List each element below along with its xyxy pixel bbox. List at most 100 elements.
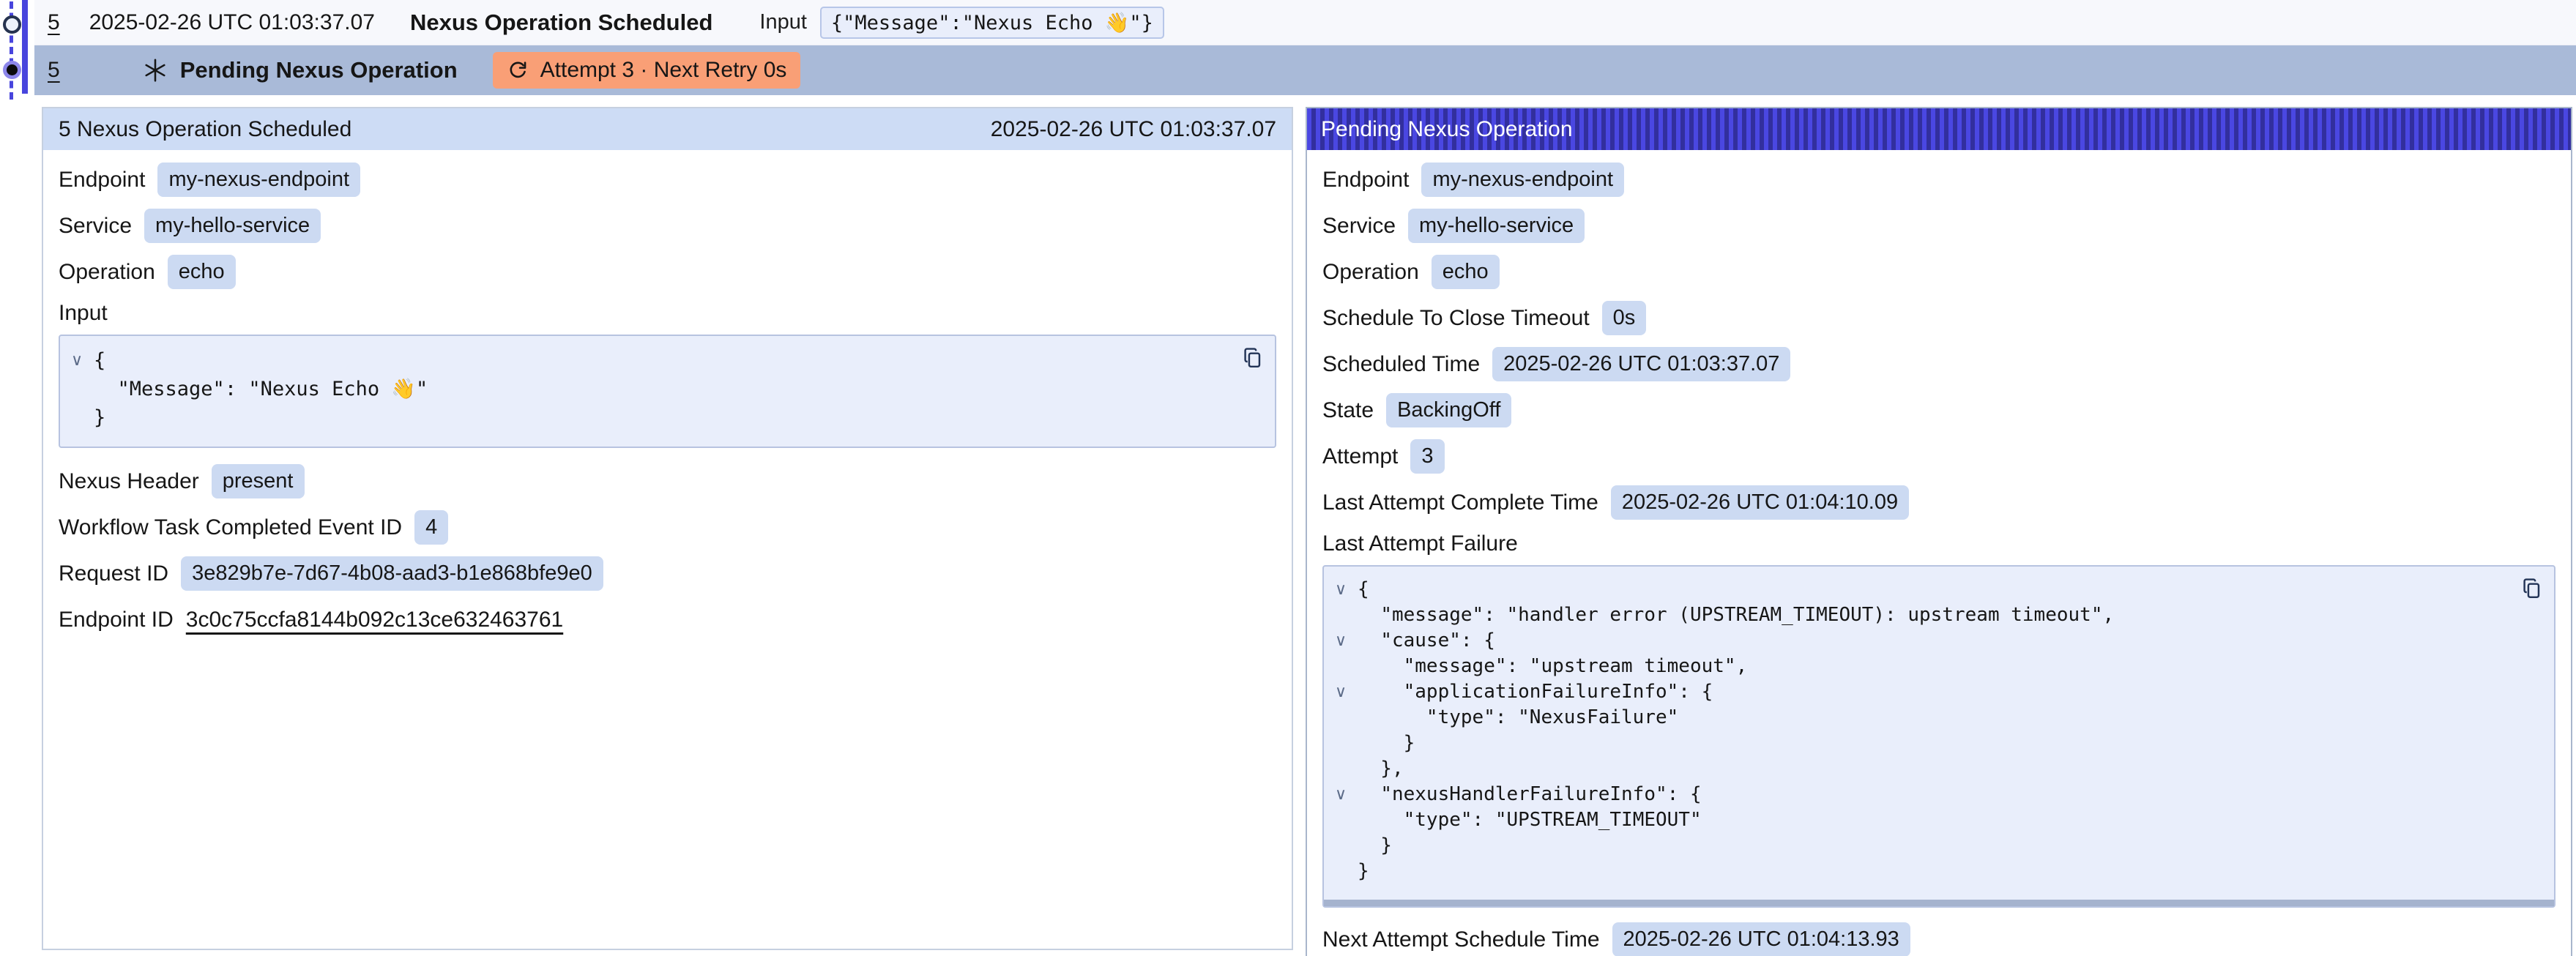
field-value-badge: 2025-02-26 UTC 01:04:10.09 (1611, 485, 1909, 520)
code-gutter (60, 403, 94, 432)
field-label: Nexus Header (59, 469, 199, 494)
field-label: Next Attempt Schedule Time (1322, 927, 1600, 952)
code-line: ∨ "nexusHandlerFailureInfo": { (1324, 782, 2503, 807)
code-line: "message": "upstream timeout", (1324, 654, 2503, 679)
field-label: Scheduled Time (1322, 352, 1480, 377)
collapse-chevron-icon[interactable]: ∨ (1324, 679, 1358, 705)
field-label: Operation (59, 260, 155, 285)
collapse-chevron-icon[interactable]: ∨ (1324, 577, 1358, 602)
field-endpoint-id: Endpoint ID 3c0c75ccfa8144b092c13ce632463… (59, 602, 1276, 637)
field-label: Request ID (59, 561, 168, 586)
field-operation: Operation echo (59, 255, 1276, 289)
field-value-badge: echo (1432, 255, 1500, 289)
code-line: } (1324, 833, 2503, 859)
field-request-id: Request ID 3e829b7e-7d67-4b08-aad3-b1e868… (59, 556, 1276, 591)
code-gutter (1324, 654, 1358, 679)
timeline-gutter (0, 0, 34, 110)
input-code-block: ∨{ "Message": "Nexus Echo 👋"} (59, 335, 1276, 448)
field-label: Service (59, 214, 132, 239)
code-line: ∨{ (60, 346, 1224, 375)
event-row-scheduled[interactable]: 5 2025-02-26 UTC 01:03:37.07 Nexus Opera… (34, 0, 2576, 45)
scheduled-event-detail-panel: 5 Nexus Operation Scheduled 2025-02-26 U… (42, 107, 1293, 950)
code-text: } (1358, 833, 1392, 859)
pending-operation-header: Pending Nexus Operation (1307, 108, 2571, 150)
event-row-pending[interactable]: 5 Pending Nexus Operation Attempt 3 · Ne… (34, 45, 2576, 95)
input-value-chip[interactable]: {"Message":"Nexus Echo 👋"} (820, 7, 1164, 39)
copy-button[interactable] (2520, 577, 2542, 601)
code-gutter (1324, 859, 1358, 884)
retry-badge-text: Attempt 3 · Next Retry 0s (540, 58, 787, 83)
pending-fields: Endpoint my-nexus-endpoint Service my-hello… (1322, 163, 2555, 520)
field-value-badge: present (212, 464, 305, 498)
code-line: ∨ "cause": { (1324, 628, 2503, 654)
event-id-link[interactable]: 5 (48, 58, 60, 83)
field-value-badge: my-nexus-endpoint (157, 163, 360, 197)
input-label: Input (759, 10, 807, 34)
field-nexus-header: Nexus Header present (59, 464, 1276, 498)
code-gutter (1324, 731, 1358, 756)
scheduled-panel-timestamp: 2025-02-26 UTC 01:03:37.07 (991, 117, 1276, 142)
code-text: }, (1358, 756, 1404, 782)
code-line: "type": "UPSTREAM_TIMEOUT" (1324, 807, 2503, 833)
field-label: Endpoint ID (59, 608, 174, 632)
code-line: "Message": "Nexus Echo 👋" (60, 375, 1224, 403)
field-value-badge: echo (168, 255, 236, 289)
code-gutter (1324, 756, 1358, 782)
pending-panel-body: Endpoint my-nexus-endpoint Service my-hello… (1307, 150, 2571, 956)
field-service: Service my-hello-service (1322, 209, 2555, 243)
event-title: Pending Nexus Operation (180, 57, 458, 83)
copy-icon (2520, 577, 2542, 601)
scheduled-panel-title: 5 Nexus Operation Scheduled (59, 117, 351, 142)
field-last-attempt-complete-time: Last Attempt Complete Time 2025-02-26 UTC… (1322, 485, 2555, 520)
code-text: "message": "upstream timeout", (1358, 654, 1747, 679)
field-service: Servicemy-hello-service (59, 209, 1276, 243)
field-label: Endpoint (1322, 168, 1409, 193)
field-value-badge: BackingOff (1386, 393, 1511, 427)
field-value-badge: 4 (414, 510, 448, 545)
field-value-link[interactable]: 3c0c75ccfa8144b092c13ce632463761 (186, 608, 563, 632)
horizontal-scrollbar[interactable] (1324, 900, 2554, 906)
code-text: "nexusHandlerFailureInfo": { (1358, 782, 1702, 807)
field-value-badge: 2025-02-26 UTC 01:04:13.93 (1612, 922, 1910, 956)
field-value-badge: 3e829b7e-7d67-4b08-aad3-b1e868bfe9e0 (181, 556, 603, 591)
failure-code-block: ∨{ "message": "handler error (UPSTREAM_T… (1322, 565, 2555, 908)
field-label: Workflow Task Completed Event ID (59, 515, 402, 540)
field-label: Last Attempt Complete Time (1322, 490, 1598, 515)
copy-button[interactable] (1241, 346, 1263, 370)
field-value-badge: my-nexus-endpoint (1421, 163, 1624, 197)
field-schedule-to-close-timeout: Schedule To Close Timeout0s (1322, 301, 2555, 335)
retry-status-badge: Attempt 3 · Next Retry 0s (493, 52, 801, 89)
code-line: "message": "handler error (UPSTREAM_TIME… (1324, 602, 2503, 628)
collapse-chevron-icon[interactable]: ∨ (60, 346, 94, 375)
code-gutter (1324, 807, 1358, 833)
field-scheduled-time: Scheduled Time2025-02-26 UTC 01:03:37.07 (1322, 347, 2555, 381)
field-endpoint: Endpoint my-nexus-endpoint (1322, 163, 2555, 197)
collapse-chevron-icon[interactable]: ∨ (1324, 628, 1358, 654)
event-history-view: 5 2025-02-26 UTC 01:03:37.07 Nexus Opera… (0, 0, 2576, 956)
pending-operation-header-title: Pending Nexus Operation (1321, 117, 1573, 142)
input-code-lines: ∨{ "Message": "Nexus Echo 👋"} (60, 346, 1224, 432)
code-text: } (1358, 731, 1415, 756)
scheduled-panel-body: Endpointmy-nexus-endpoint Servicemy-hello… (43, 150, 1292, 661)
field-attempt: Attempt3 (1322, 439, 2555, 474)
field-endpoint: Endpointmy-nexus-endpoint (59, 163, 1276, 197)
code-text: } (94, 403, 105, 432)
event-timestamp: 2025-02-26 UTC 01:03:37.07 (89, 10, 375, 35)
code-line: }, (1324, 756, 2503, 782)
collapse-chevron-icon[interactable]: ∨ (1324, 782, 1358, 807)
code-gutter (60, 375, 94, 403)
scheduled-fields-top: Endpointmy-nexus-endpoint Servicemy-hello… (59, 163, 1276, 289)
scheduled-fields-bottom: Nexus Header present Workflow Task Complet… (59, 464, 1276, 637)
code-text: "Message": "Nexus Echo 👋" (94, 375, 428, 403)
code-text: { (1358, 577, 1369, 602)
code-line: ∨ "applicationFailureInfo": { (1324, 679, 2503, 705)
field-value-badge: my-hello-service (1408, 209, 1585, 243)
field-workflow-task-completed-event-id: Workflow Task Completed Event ID 4 (59, 510, 1276, 545)
code-text: "cause": { (1358, 628, 1495, 654)
event-title: Nexus Operation Scheduled (410, 10, 712, 36)
code-line: } (60, 403, 1224, 432)
event-id-link[interactable]: 5 (48, 10, 60, 35)
timeline-event-dot-selected[interactable] (3, 61, 21, 79)
field-label: Service (1322, 214, 1396, 239)
timeline-event-dot-open[interactable] (3, 15, 21, 34)
